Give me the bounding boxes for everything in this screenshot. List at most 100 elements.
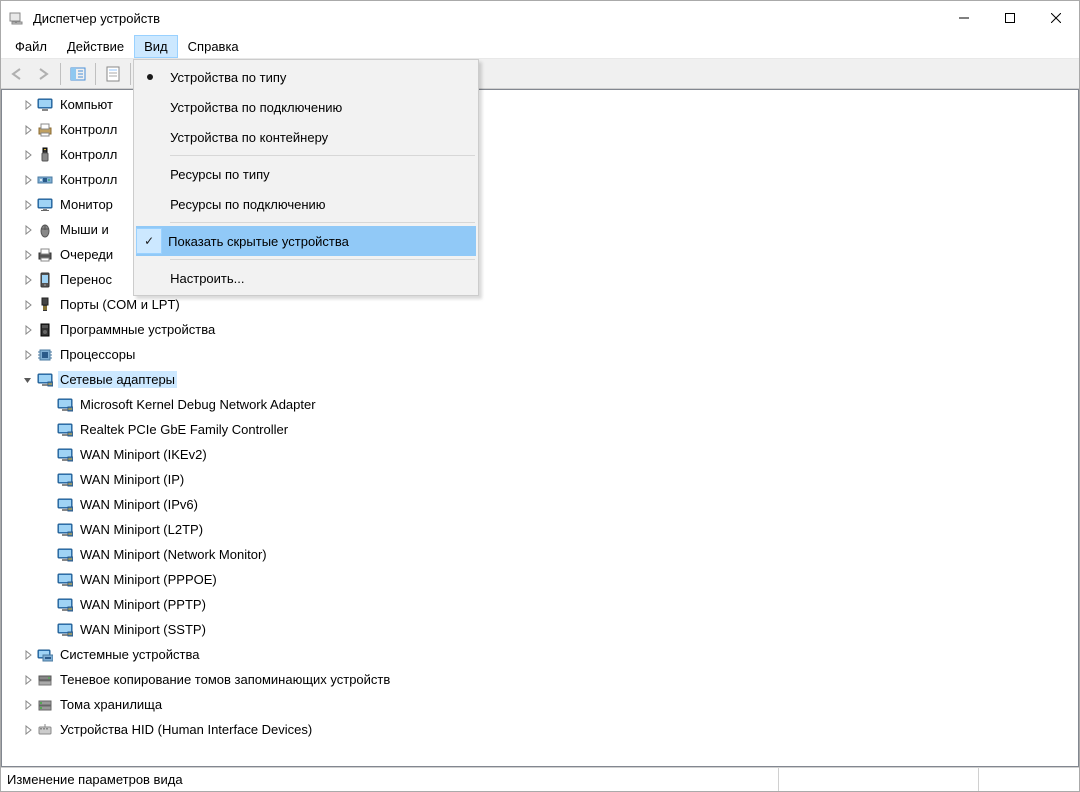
tree-node[interactable]: Системные устройства <box>2 642 1078 667</box>
usb-icon <box>36 147 54 163</box>
menu-help[interactable]: Справка <box>178 35 249 58</box>
close-button[interactable] <box>1033 2 1079 34</box>
network-icon <box>36 372 54 388</box>
chevron-right-icon[interactable] <box>20 150 36 160</box>
chevron-right-icon[interactable] <box>20 125 36 135</box>
chevron-right-icon[interactable] <box>20 675 36 685</box>
tree-node[interactable]: Тома хранилища <box>2 692 1078 717</box>
menu-view-label: Вид <box>144 39 168 54</box>
back-button[interactable] <box>5 62 29 86</box>
chevron-right-icon[interactable] <box>20 350 36 360</box>
properties-button[interactable] <box>101 62 125 86</box>
network-icon <box>56 447 74 463</box>
view-devices-by-container[interactable]: Устройства по контейнеру <box>136 122 476 152</box>
tree-label: Тома хранилища <box>58 696 164 713</box>
storage-ctrl-icon <box>36 172 54 188</box>
portable-icon <box>36 272 54 288</box>
tree-leaf[interactable]: WAN Miniport (IPv6) <box>2 492 1078 517</box>
view-resources-by-connection[interactable]: Ресурсы по подключению <box>136 189 476 219</box>
network-icon <box>56 497 74 513</box>
tree-leaf[interactable]: Realtek PCIe GbE Family Controller <box>2 417 1078 442</box>
chevron-right-icon[interactable] <box>20 200 36 210</box>
menu-separator <box>170 155 475 156</box>
chevron-right-icon[interactable] <box>20 325 36 335</box>
view-customize[interactable]: Настроить... <box>136 263 476 293</box>
network-icon <box>56 572 74 588</box>
tree-node[interactable]: Устройства HID (Human Interface Devices) <box>2 717 1078 742</box>
view-devices-by-type[interactable]: Устройства по типу <box>136 62 476 92</box>
tree-label: Программные устройства <box>58 321 217 338</box>
tree-leaf[interactable]: WAN Miniport (SSTP) <box>2 617 1078 642</box>
network-icon <box>56 597 74 613</box>
view-resources-by-type[interactable]: Ресурсы по типу <box>136 159 476 189</box>
printer-ctrl-icon <box>36 122 54 138</box>
menu-action[interactable]: Действие <box>57 35 134 58</box>
tree-label: Перенос <box>58 271 114 288</box>
menu-view[interactable]: Вид Устройства по типу Устройства по под… <box>134 35 178 58</box>
chevron-right-icon[interactable] <box>20 225 36 235</box>
network-icon <box>56 397 74 413</box>
network-icon <box>56 422 74 438</box>
dd-label: Устройства по контейнеру <box>170 130 328 145</box>
tree-label: Компьют <box>58 96 115 113</box>
toolbar-separator <box>95 63 96 85</box>
tree-label: Realtek PCIe GbE Family Controller <box>78 421 290 438</box>
software-icon <box>36 322 54 338</box>
minimize-button[interactable] <box>941 2 987 34</box>
tree-node[interactable]: Теневое копирование томов запоминающих у… <box>2 667 1078 692</box>
tree-leaf[interactable]: Microsoft Kernel Debug Network Adapter <box>2 392 1078 417</box>
tree-node[interactable]: Программные устройства <box>2 317 1078 342</box>
chevron-right-icon[interactable] <box>20 100 36 110</box>
app-icon <box>9 10 25 26</box>
view-show-hidden[interactable]: ✓ Показать скрытые устройства <box>136 226 476 256</box>
network-icon <box>56 547 74 563</box>
tree-label: WAN Miniport (Network Monitor) <box>78 546 269 563</box>
computer-icon <box>36 97 54 113</box>
chevron-right-icon[interactable] <box>20 275 36 285</box>
window-title: Диспетчер устройств <box>33 11 941 26</box>
tree-leaf[interactable]: WAN Miniport (L2TP) <box>2 517 1078 542</box>
dd-label: Настроить... <box>170 271 244 286</box>
tree-leaf[interactable]: WAN Miniport (PPTP) <box>2 592 1078 617</box>
status-text: Изменение параметров вида <box>1 768 779 791</box>
dd-label: Показать скрытые устройства <box>168 234 349 249</box>
tree-leaf[interactable]: WAN Miniport (PPPOE) <box>2 567 1078 592</box>
tree-node[interactable]: Сетевые адаптеры <box>2 367 1078 392</box>
chevron-right-icon[interactable] <box>20 250 36 260</box>
tree-leaf[interactable]: WAN Miniport (IKEv2) <box>2 442 1078 467</box>
tree-label: Очереди <box>58 246 115 263</box>
tree-label: Устройства HID (Human Interface Devices) <box>58 721 314 738</box>
tree-label: Порты (COM и LPT) <box>58 296 182 313</box>
tree-label: WAN Miniport (IP) <box>78 471 186 488</box>
forward-button[interactable] <box>31 62 55 86</box>
menu-separator <box>170 259 475 260</box>
dd-label: Устройства по типу <box>170 70 286 85</box>
hid-icon <box>36 722 54 738</box>
cpu-icon <box>36 347 54 363</box>
show-hide-console-tree-button[interactable] <box>66 62 90 86</box>
tree-label: Контролл <box>58 146 119 163</box>
chevron-right-icon[interactable] <box>20 175 36 185</box>
tree-leaf[interactable]: WAN Miniport (Network Monitor) <box>2 542 1078 567</box>
tree-leaf[interactable]: WAN Miniport (IP) <box>2 467 1078 492</box>
network-icon <box>56 472 74 488</box>
tree-node[interactable]: Процессоры <box>2 342 1078 367</box>
menu-file[interactable]: Файл <box>5 35 57 58</box>
chevron-right-icon[interactable] <box>20 300 36 310</box>
chevron-right-icon[interactable] <box>20 650 36 660</box>
toolbar-separator <box>130 63 131 85</box>
network-icon <box>56 522 74 538</box>
volume-icon <box>36 697 54 713</box>
view-devices-by-connection[interactable]: Устройства по подключению <box>136 92 476 122</box>
statusbar: Изменение параметров вида <box>1 767 1079 791</box>
status-cell-2 <box>779 768 979 791</box>
tree-label: WAN Miniport (IPv6) <box>78 496 200 513</box>
tree-label: Контролл <box>58 121 119 138</box>
chevron-down-icon[interactable] <box>20 375 36 385</box>
chevron-right-icon[interactable] <box>20 700 36 710</box>
maximize-button[interactable] <box>987 2 1033 34</box>
chevron-right-icon[interactable] <box>20 725 36 735</box>
tree-label: Мыши и <box>58 221 111 238</box>
dd-label: Ресурсы по типу <box>170 167 270 182</box>
tree-label: WAN Miniport (IKEv2) <box>78 446 209 463</box>
